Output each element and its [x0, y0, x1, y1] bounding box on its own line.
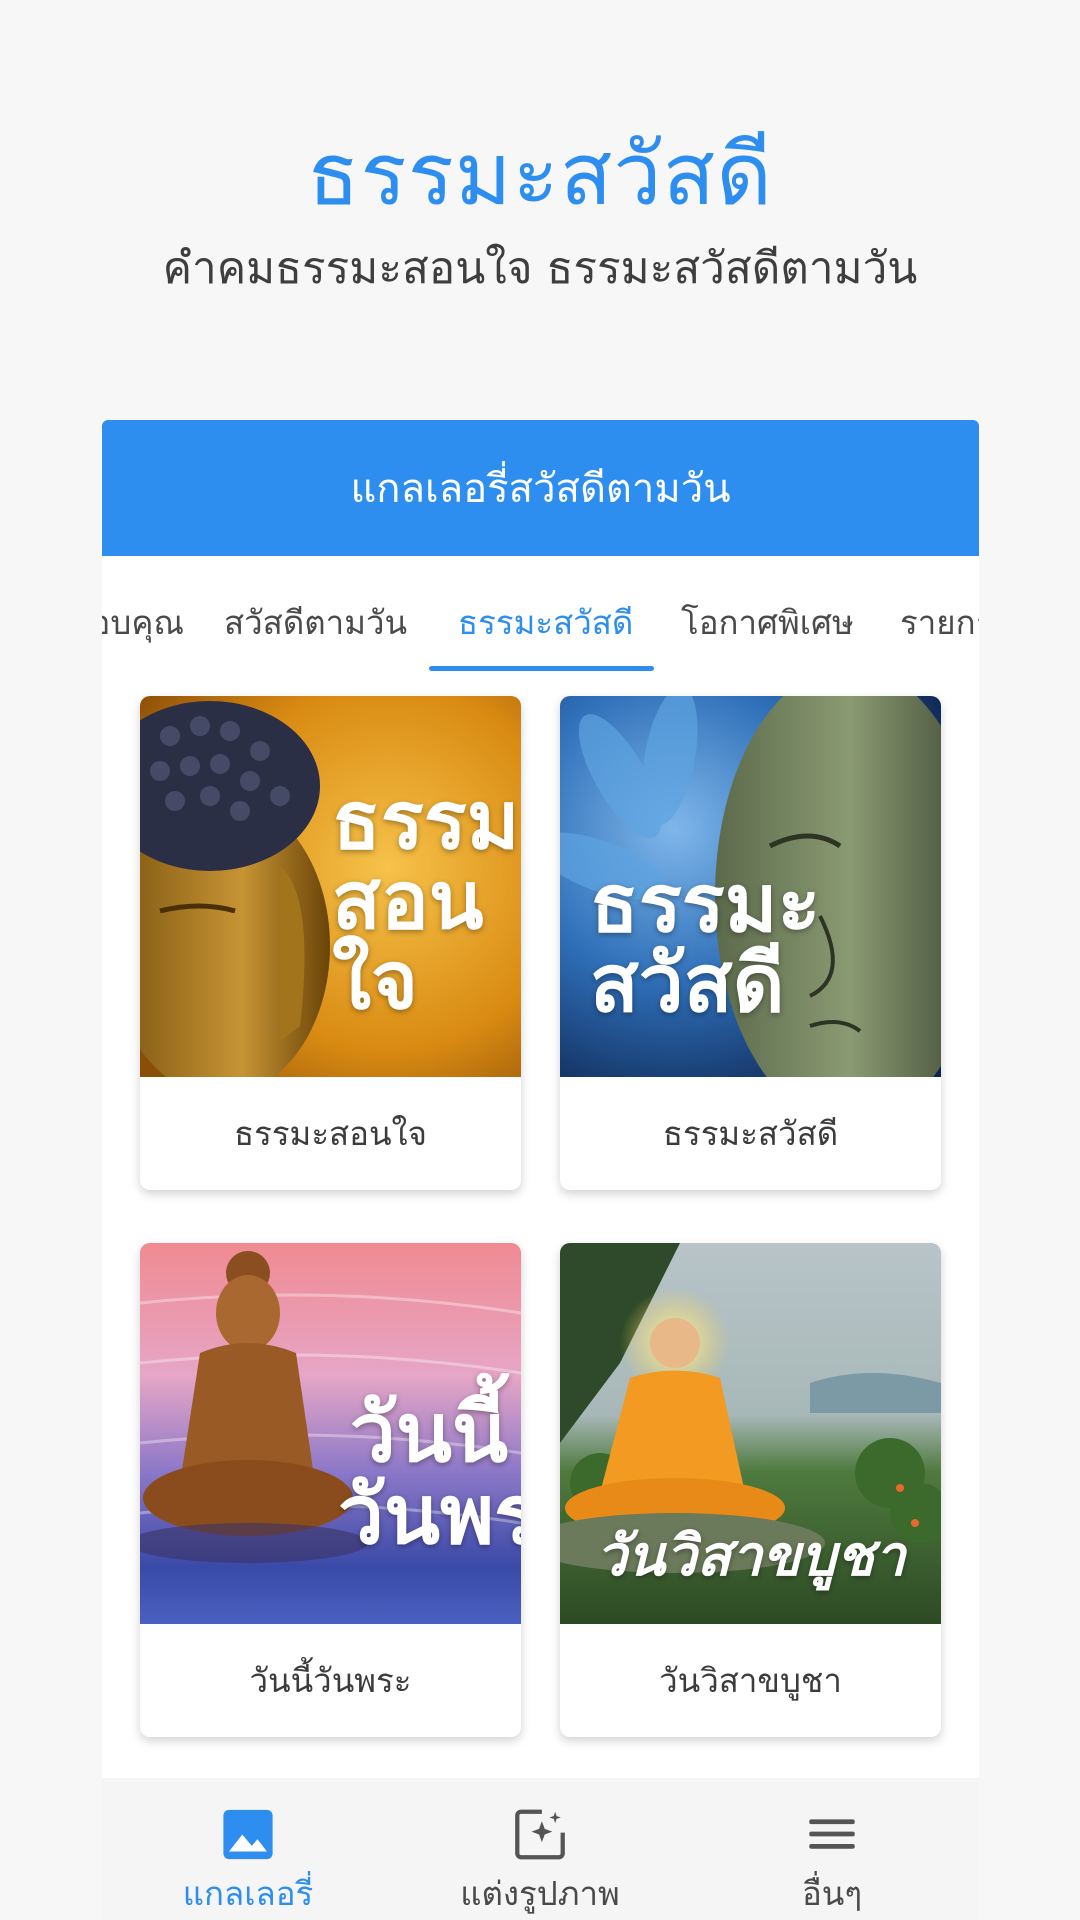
- card-image-buddha-gold: ธรรมะ สอนใจ: [140, 696, 521, 1077]
- overlay-line-2: สอนใจ: [332, 856, 484, 1025]
- gallery-card-dhamma-greeting[interactable]: ธรรมะ สวัสดี ธรรมะสวัสดี: [560, 696, 941, 1190]
- gallery-card-dhamma-teaching[interactable]: ธรรมะ สอนใจ ธรรมะสอนใจ: [140, 696, 521, 1190]
- nav-gallery[interactable]: แกลเลอรี่: [102, 1778, 394, 1920]
- tab-dhamma-greeting[interactable]: ธรรมะสวัสดี: [458, 596, 633, 649]
- nav-more[interactable]: อื่นๆ: [686, 1778, 978, 1920]
- menu-icon: [809, 1819, 855, 1849]
- card-label: ธรรมะสวัสดี: [662, 1114, 839, 1153]
- gallery-card-buddhist-holy-day[interactable]: วันนี้ วันพระ วันนี้วันพระ: [140, 1243, 521, 1737]
- app-title: ธรรมะสวัสดี: [307, 125, 773, 225]
- card-image-buddha-stone: ธรรมะ สวัสดี: [560, 696, 941, 1077]
- card-image-buddha-under-tree: วันวิสาขบูชา: [560, 1243, 941, 1624]
- nav-more-label: อื่นๆ: [801, 1874, 863, 1913]
- card-image-buddha-meditating: วันนี้ วันพระ: [140, 1243, 521, 1624]
- card-label: วันวิสาขบูชา: [659, 1661, 842, 1700]
- app-subtitle: คำคมธรรมะสอนใจ ธรรมะสวัสดีตามวัน: [162, 243, 918, 294]
- overlay-line-1: วันนี้: [349, 1388, 508, 1479]
- category-tabs: ขอบคุณ สวัสดีตามวัน ธรรมะสวัสดี โอกาศพิเ…: [102, 556, 979, 680]
- edit-image-icon: [515, 1809, 565, 1860]
- bottom-navigation: แกลเลอรี่ แต่งรูปภาพ อื่นๆ: [102, 1778, 979, 1920]
- active-tab-indicator: [429, 666, 654, 671]
- nav-edit-image-label: แต่งรูปภาพ: [460, 1874, 620, 1913]
- image-icon: [223, 1809, 273, 1860]
- tab-list[interactable]: รายการ: [900, 596, 979, 649]
- overlay-line-2: สวัสดี: [590, 939, 785, 1028]
- gallery-header-title: แกลเลอรี่สวัสดีตามวัน: [350, 466, 731, 512]
- tab-daily-greeting[interactable]: สวัสดีตามวัน: [224, 596, 407, 649]
- gallery-panel: แกลเลอรี่สวัสดีตามวัน ขอบคุณ สวัสดีตามวั…: [102, 420, 979, 1778]
- overlay-line-1: ธรรมะ: [590, 859, 821, 948]
- overlay-line-1: วันวิสาขบูชา: [595, 1524, 906, 1587]
- tab-special-occasion[interactable]: โอกาศพิเศษ: [681, 596, 854, 649]
- gallery-header: แกลเลอรี่สวัสดีตามวัน: [102, 420, 979, 556]
- card-label: วันนี้วันพระ: [249, 1661, 412, 1700]
- nav-edit-image[interactable]: แต่งรูปภาพ: [394, 1778, 686, 1920]
- overlay-line-1: ธรรมะ: [332, 776, 521, 865]
- nav-gallery-label: แกลเลอรี่: [182, 1874, 314, 1913]
- tab-thanks[interactable]: ขอบคุณ: [102, 596, 184, 649]
- card-label: ธรรมะสอนใจ: [233, 1114, 428, 1153]
- gallery-card-visakha-bucha[interactable]: วันวิสาขบูชา วันวิสาขบูชา: [560, 1243, 941, 1737]
- overlay-line-2: วันพระ: [338, 1470, 521, 1561]
